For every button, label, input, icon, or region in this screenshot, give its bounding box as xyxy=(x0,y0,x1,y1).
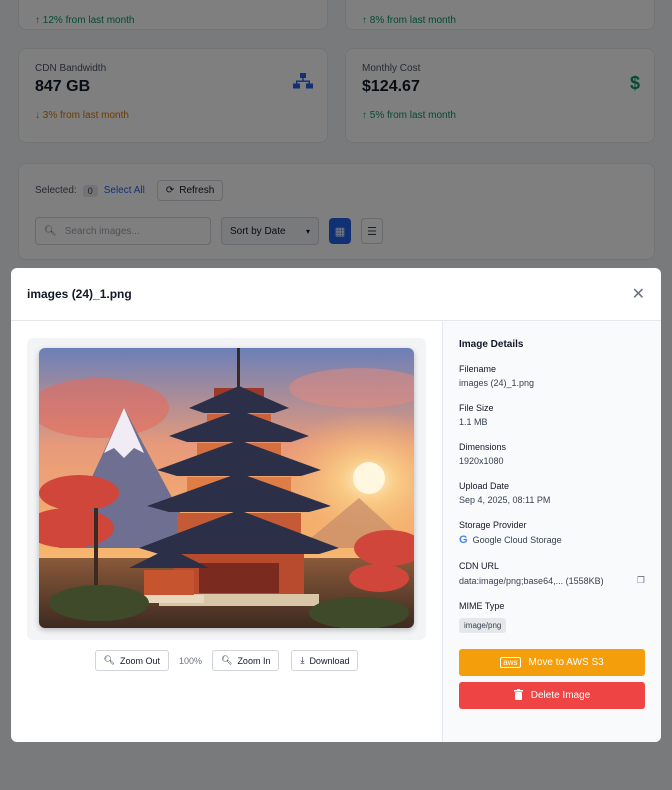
image-details-modal: images (24)_1.png ✕ 🔍︎ Zoom Out 100% 🔍︎ … xyxy=(11,268,661,742)
cdn-url-row: data:image/png;base64,... (1558KB) ❐ xyxy=(459,575,645,586)
preview-image xyxy=(39,348,414,628)
storage-provider-value: G Google Cloud Storage xyxy=(459,534,645,546)
zoom-in-button[interactable]: 🔍︎ Zoom In xyxy=(212,650,280,671)
trash-icon xyxy=(513,688,523,703)
close-icon[interactable]: ✕ xyxy=(632,284,645,304)
storage-provider-label: Storage Provider xyxy=(459,520,527,530)
filesize-value: 1.1 MB xyxy=(459,417,488,427)
cdn-url-value: data:image/png;base64,... (1558KB) xyxy=(459,575,604,586)
zoom-in-icon: 🔍︎ xyxy=(221,655,233,665)
filesize-label: File Size xyxy=(459,403,494,413)
upload-date-value: Sep 4, 2025, 08:11 PM xyxy=(459,495,551,505)
mime-type-badge: image/png xyxy=(459,618,507,633)
dimensions-label: Dimensions xyxy=(459,442,507,452)
modal-header: images (24)_1.png ✕ xyxy=(11,268,661,321)
filename-label: Filename xyxy=(459,364,497,374)
provider-name: Google Cloud Storage xyxy=(472,535,562,545)
download-label: Download xyxy=(309,655,350,666)
modal-body: 🔍︎ Zoom Out 100% 🔍︎ Zoom In ⤓ Download I… xyxy=(11,321,661,742)
google-icon: G xyxy=(459,534,468,546)
zoom-controls: 🔍︎ Zoom Out 100% 🔍︎ Zoom In ⤓ Download xyxy=(27,650,426,671)
details-title: Image Details xyxy=(459,339,524,350)
mime-type-label: MIME Type xyxy=(459,601,505,611)
image-frame xyxy=(27,338,426,640)
aws-icon: aws xyxy=(500,657,521,668)
zoom-out-button[interactable]: 🔍︎ Zoom Out xyxy=(94,650,169,671)
delete-image-label: Delete Image xyxy=(530,690,591,701)
zoom-level: 100% xyxy=(178,655,202,666)
zoom-in-label: Zoom In xyxy=(237,655,271,666)
copy-icon[interactable]: ❐ xyxy=(637,575,645,586)
zoom-out-icon: 🔍︎ xyxy=(103,655,115,665)
upload-date-label: Upload Date xyxy=(459,481,510,491)
delete-image-button[interactable]: Delete Image xyxy=(459,682,645,709)
move-to-aws-label: Move to AWS S3 xyxy=(528,657,604,668)
dimensions-value: 1920x1080 xyxy=(459,456,504,466)
move-to-aws-button[interactable]: aws Move to AWS S3 xyxy=(459,649,645,676)
details-pane: Image Details Filename images (24)_1.png… xyxy=(442,321,661,742)
cdn-url-label: CDN URL xyxy=(459,561,500,571)
download-icon: ⤓ xyxy=(300,655,305,665)
modal-title: images (24)_1.png xyxy=(27,287,132,301)
filename-value: images (24)_1.png xyxy=(459,378,535,388)
download-button[interactable]: ⤓ Download xyxy=(291,650,359,671)
zoom-out-label: Zoom Out xyxy=(119,655,160,666)
image-preview-pane: 🔍︎ Zoom Out 100% 🔍︎ Zoom In ⤓ Download xyxy=(11,321,442,742)
